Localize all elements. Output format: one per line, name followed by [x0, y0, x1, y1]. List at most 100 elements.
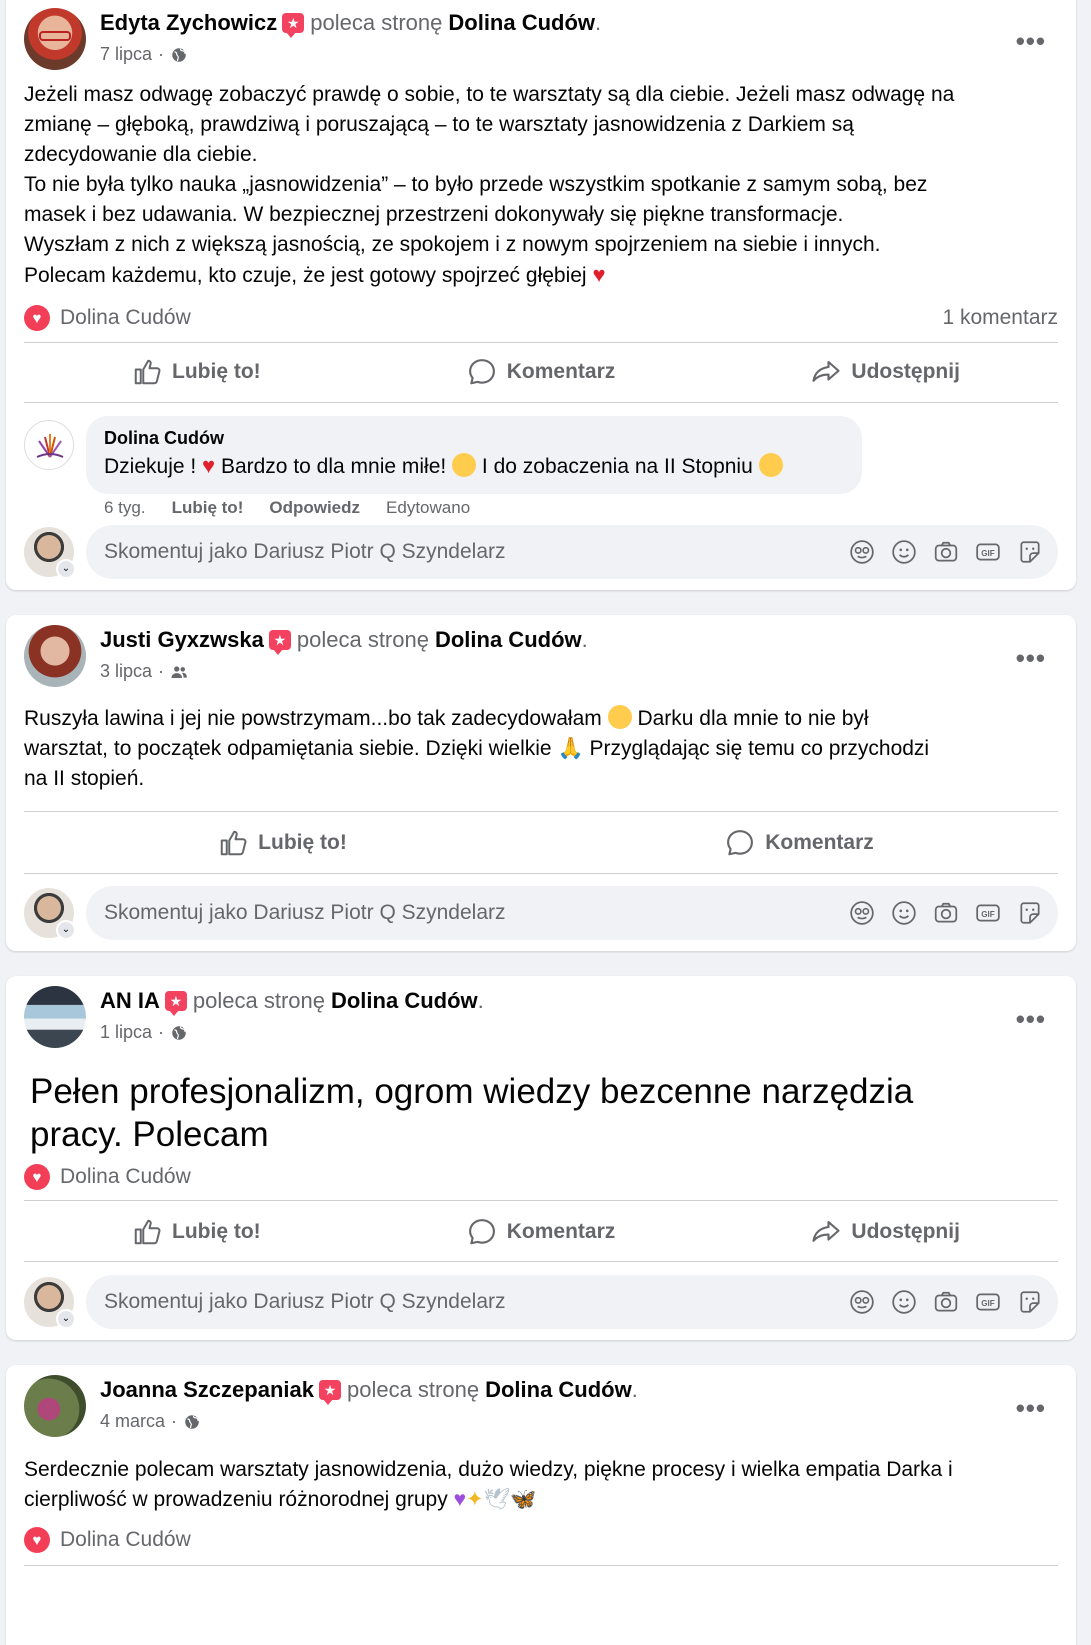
sticker-icon[interactable] [1016, 1288, 1044, 1316]
comment-icon [725, 828, 755, 858]
reaction-row: ♥ Dolina Cudów [24, 1525, 1058, 1555]
recommend-star-icon: ★ [318, 1380, 341, 1405]
post-meta: 3 lipca · [100, 661, 188, 682]
sticker-icon[interactable] [1016, 899, 1044, 927]
post-title-line: Edyta Zychowicz ★ poleca stronę Dolina C… [100, 10, 602, 38]
red-heart-emoji: ♥ [592, 262, 606, 287]
comment-button[interactable]: Komentarz [541, 815, 1058, 871]
post-header: Justi Gyxzwska ★ poleca stronę Dolina Cu… [24, 623, 1058, 687]
author-name[interactable]: AN IA [100, 988, 160, 1014]
emoji-icon[interactable] [890, 899, 918, 927]
reply-time[interactable]: 6 tyg. [104, 498, 146, 518]
reaction-row: ♥ Dolina Cudów [24, 1162, 1058, 1192]
reply-like-button[interactable]: Lubię to! [172, 498, 244, 518]
post-header: AN IA ★ poleca stronę Dolina Cudów. 1 li… [24, 984, 1058, 1048]
chevron-down-icon[interactable]: ⌄ [56, 559, 76, 579]
edited-label: Edytowano [386, 498, 471, 517]
author-name[interactable]: Joanna Szczepaniak [100, 1377, 314, 1403]
reaction-by[interactable]: Dolina Cudów [60, 306, 191, 330]
butterfly-emoji: 🦋 [510, 1488, 537, 1511]
page-link[interactable]: Dolina Cudów [448, 10, 595, 36]
more-options-icon[interactable]: ••• [1016, 1004, 1046, 1035]
action-bar: Lubię to! Komentarz [24, 815, 1058, 871]
page-avatar[interactable] [24, 420, 74, 470]
post-text-line: zdecydowanie dla ciebie. [24, 143, 258, 166]
divider [24, 342, 1058, 343]
comment-button[interactable]: Komentarz [369, 1204, 714, 1260]
dove-emoji: 🕊 [483, 1488, 511, 1511]
gif-icon[interactable] [974, 899, 1002, 927]
post-text-line: Pełen profesjonalizm, ogrom wiedzy bezce… [30, 1072, 914, 1111]
reaction-by[interactable]: Dolina Cudów [60, 1165, 191, 1189]
composer-icons [848, 899, 1044, 927]
like-icon [132, 357, 162, 387]
author-avatar[interactable] [24, 986, 86, 1048]
post-meta: 4 marca · [100, 1411, 201, 1432]
like-button[interactable]: Lubię to! [24, 344, 369, 400]
more-options-icon[interactable]: ••• [1016, 643, 1046, 674]
post-title-line: Joanna Szczepaniak ★ poleca stronę Dolin… [100, 1377, 638, 1405]
reaction-by[interactable]: Dolina Cudów [60, 1528, 191, 1552]
purple-heart-emoji: ♥ [453, 1488, 467, 1511]
post-text-line: zmianę – głęboką, prawdziwą i poruszając… [24, 113, 854, 136]
post-meta: 7 lipca · [100, 44, 188, 65]
love-reaction-icon[interactable]: ♥ [24, 1164, 50, 1190]
chevron-down-icon[interactable]: ⌄ [56, 1309, 76, 1329]
emoji-icon[interactable] [890, 538, 918, 566]
composer-icons [848, 1288, 1044, 1316]
avatar-sticker-icon[interactable] [848, 538, 876, 566]
page-link[interactable]: Dolina Cudów [435, 627, 582, 653]
action-bar: Lubię to! Komentarz Udostępnij [24, 1204, 1058, 1260]
composer-icons [848, 538, 1044, 566]
love-reaction-icon[interactable]: ♥ [24, 1527, 50, 1553]
like-button[interactable]: Lubię to! [24, 815, 541, 871]
post-text: Serdecznie polecam warsztaty jasnowidzen… [24, 1455, 1058, 1515]
avatar-sticker-icon[interactable] [848, 1288, 876, 1316]
reply-author[interactable]: Dolina Cudów [104, 428, 844, 449]
emoji-icon[interactable] [890, 1288, 918, 1316]
gif-icon[interactable] [974, 1288, 1002, 1316]
author-avatar[interactable] [24, 8, 86, 70]
comment-icon [467, 357, 497, 387]
post-text: Ruszyła lawina i jej nie powstrzymam...b… [24, 704, 1058, 794]
camera-icon[interactable] [932, 899, 960, 927]
post-date[interactable]: 7 lipca [100, 44, 152, 65]
more-options-icon[interactable]: ••• [1016, 26, 1046, 57]
divider [24, 1200, 1058, 1201]
share-button[interactable]: Udostępnij [713, 344, 1058, 400]
like-button[interactable]: Lubię to! [24, 1204, 369, 1260]
post-date[interactable]: 3 lipca [100, 661, 152, 682]
comment-count[interactable]: 1 komentarz [942, 306, 1058, 330]
author-avatar[interactable] [24, 625, 86, 687]
divider [24, 873, 1058, 874]
post-date[interactable]: 1 lipca [100, 1022, 152, 1043]
love-reaction-icon[interactable]: ♥ [24, 305, 50, 331]
share-button[interactable]: Udostępnij [713, 1204, 1058, 1260]
recommends-text: poleca stronę [296, 627, 429, 652]
chevron-down-icon[interactable]: ⌄ [56, 920, 76, 940]
author-avatar[interactable] [24, 1375, 86, 1437]
folded-hands-emoji: 🙏 [557, 737, 584, 760]
author-name[interactable]: Edyta Zychowicz [100, 10, 277, 36]
comment-button[interactable]: Komentarz [369, 344, 714, 400]
page-link[interactable]: Dolina Cudów [331, 988, 478, 1014]
post-date[interactable]: 4 marca [100, 1411, 165, 1432]
sticker-icon[interactable] [1016, 538, 1044, 566]
like-icon [218, 828, 248, 858]
post-text-line: Serdecznie polecam warsztaty jasnowidzen… [24, 1458, 953, 1481]
wink-emoji [607, 705, 632, 729]
author-name[interactable]: Justi Gyxzwska [100, 627, 264, 653]
reply-reply-button[interactable]: Odpowiedz [269, 498, 360, 518]
page-link[interactable]: Dolina Cudów [485, 1377, 632, 1403]
reply-comment: Dolina Cudów Dziekuje ! ♥ Bardzo to dla … [24, 416, 1058, 526]
post-title-line: Justi Gyxzwska ★ poleca stronę Dolina Cu… [100, 627, 588, 655]
post-title-line: AN IA ★ poleca stronę Dolina Cudów. [100, 988, 484, 1016]
camera-icon[interactable] [932, 1288, 960, 1316]
recommends-text: poleca stronę [192, 988, 325, 1013]
more-options-icon[interactable]: ••• [1016, 1393, 1046, 1424]
dizzy-emoji: ✦ [466, 1488, 484, 1511]
gif-icon[interactable] [974, 538, 1002, 566]
camera-icon[interactable] [932, 538, 960, 566]
comment-composer: ⌄ Skomentuj jako Dariusz Piotr Q Szyndel… [24, 525, 1058, 579]
avatar-sticker-icon[interactable] [848, 899, 876, 927]
